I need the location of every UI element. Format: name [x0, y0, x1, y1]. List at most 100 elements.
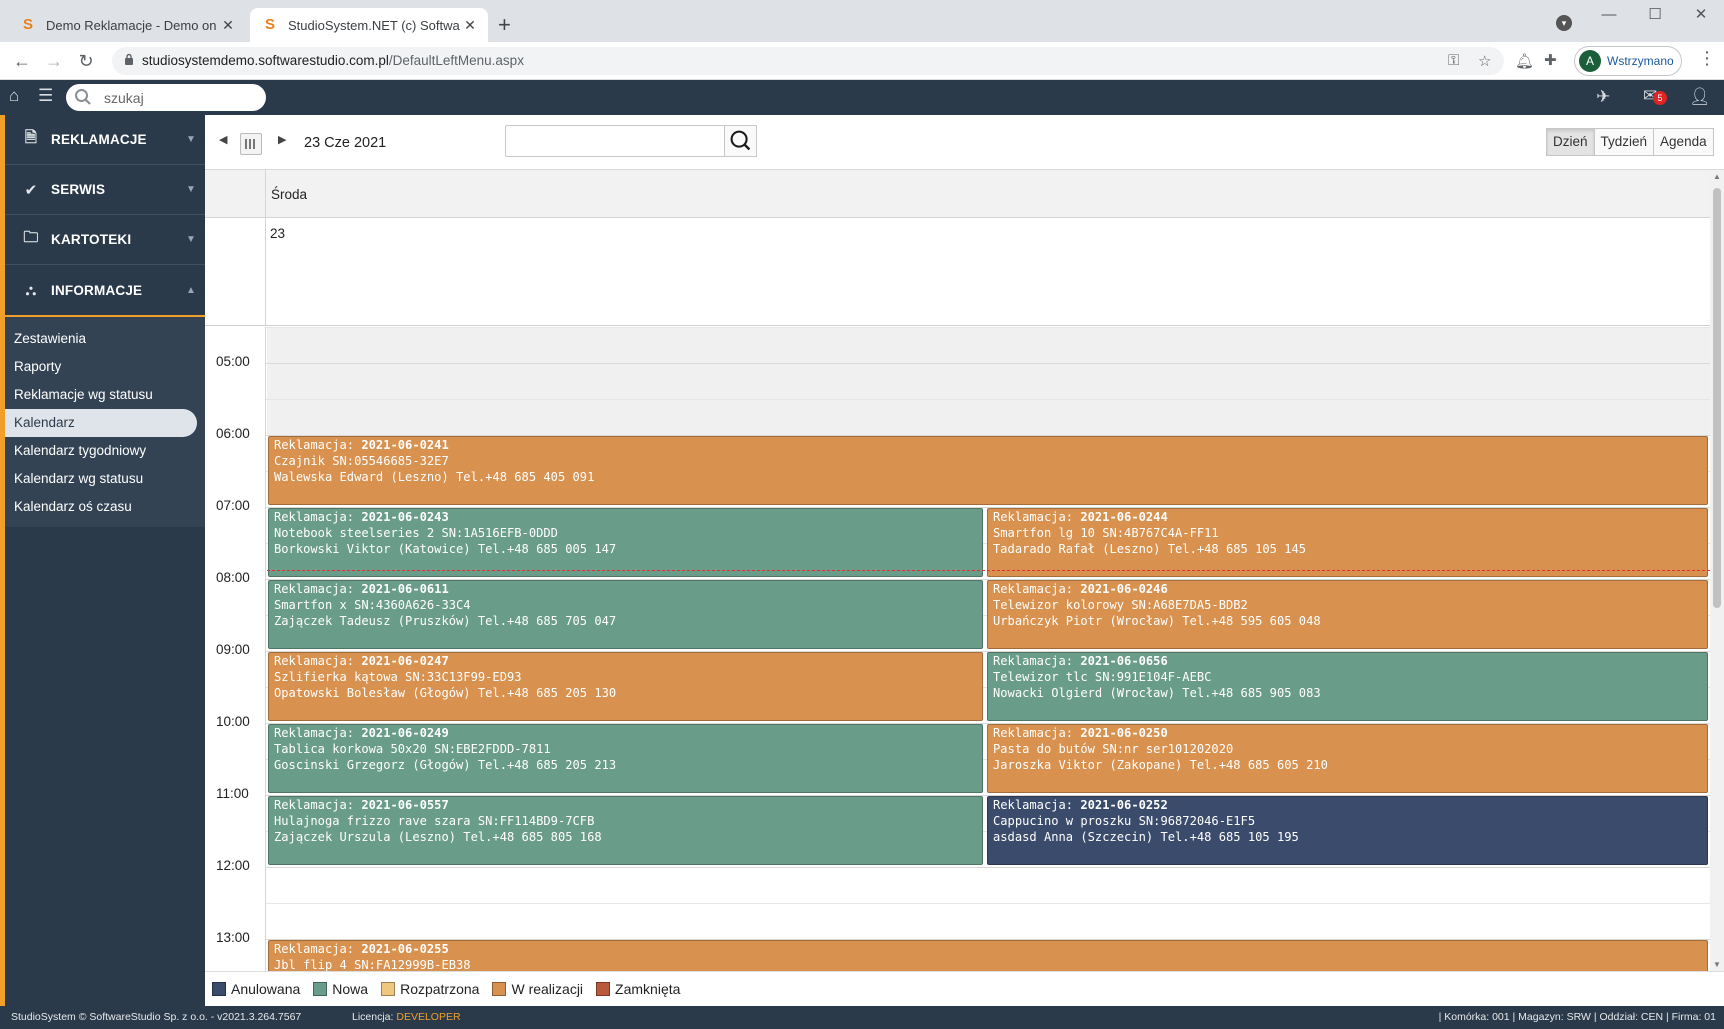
event-number: 2021-06-0250: [1080, 726, 1168, 740]
calendar-event[interactable]: Reklamacja: 2021-06-0252 Cappucino w pros…: [987, 796, 1708, 865]
calendar-event[interactable]: Reklamacja: 2021-06-0557 Hulajnoga frizzo…: [268, 796, 983, 865]
search-icon: [730, 130, 751, 151]
sidebar-item-raporty[interactable]: Raporty: [5, 353, 197, 381]
event-number: 2021-06-0243: [361, 510, 449, 524]
profile-button[interactable]: A Wstrzymano: [1574, 46, 1682, 76]
calendar-event[interactable]: Reklamacja: 2021-06-0656 Telewizor tlc SN…: [987, 652, 1708, 721]
browser-tab-strip: S Demo Reklamacje - Demo on line ✕ S Stu…: [0, 0, 1724, 42]
back-arrow-icon[interactable]: ←: [9, 48, 35, 74]
sidebar-item-kalendarz-os-czasu[interactable]: Kalendarz oś czasu: [5, 493, 197, 521]
calendar-event[interactable]: Reklamacja: 2021-06-0250 Pasta do butów S…: [987, 724, 1708, 793]
close-tab-icon[interactable]: ✕: [218, 17, 238, 34]
browser-tab-title: StudioSystem.NET (c) SoftwareStudio: [288, 17, 460, 33]
calendar-event[interactable]: Reklamacja: 2021-06-0247 Szlifierka kątow…: [268, 652, 983, 721]
grid-line: [266, 363, 1710, 364]
sidebar-item-zestawienia[interactable]: Zestawienia: [5, 325, 197, 353]
event-customer: Goscinski Grzegorz (Głogów) Tel.+48 685 …: [274, 758, 617, 772]
time-label: 09:00: [216, 642, 250, 657]
copyright-text: StudioSystem © SoftwareStudio Sp. z o.o.…: [11, 1011, 302, 1023]
sidebar-item-kalendarz[interactable]: Kalendarz: [5, 409, 197, 437]
license-label: Licencja:: [352, 1011, 397, 1023]
window-controls: — ☐ ✕: [1586, 0, 1724, 32]
next-day-arrow-icon[interactable]: ▶: [278, 133, 286, 146]
maximize-icon[interactable]: ☐: [1632, 0, 1678, 32]
calendar-scrollbar[interactable]: ▲ ▼: [1710, 170, 1724, 971]
view-week-button[interactable]: Tydzień: [1593, 128, 1655, 156]
calendar-event[interactable]: Reklamacja: 2021-06-0255 Jbl flip 4 SN:FA…: [268, 940, 1708, 971]
calendar-event[interactable]: Reklamacja: 2021-06-0611 Smartfon x SN:43…: [268, 580, 983, 649]
header-gutter: [205, 170, 266, 218]
home-icon[interactable]: ⌂: [9, 86, 19, 106]
sidebar-section-kartoteki[interactable]: 🗀︎ KARTOTEKI ▼: [5, 215, 205, 265]
url-host: studiosystemdemo.softwarestudio.com.pl: [142, 53, 389, 68]
view-day-button[interactable]: Dzień: [1546, 128, 1595, 156]
event-customer: Walewska Edward (Leszno) Tel.+48 685 405…: [274, 470, 595, 484]
legend-item: Nowa: [313, 981, 368, 997]
event-prefix: Reklamacja:: [993, 510, 1081, 524]
legend-item: Anulowana: [212, 981, 300, 997]
prev-day-arrow-icon[interactable]: ◀: [219, 133, 227, 146]
event-prefix: Reklamacja:: [274, 726, 362, 740]
calendar-day-header: Środa: [205, 170, 1710, 218]
plane-landing-icon[interactable]: ✈: [1596, 87, 1610, 107]
time-grid[interactable]: 05:00 06:00 07:00 08:00 09:00 10:00 11:00 12:00…: [205, 327, 1710, 971]
sidebar-section-reklamacje[interactable]: 🗎︎ REKLAMACJE ▼: [5, 115, 205, 165]
forward-arrow-icon[interactable]: →: [41, 48, 67, 74]
close-tab-icon[interactable]: ✕: [460, 17, 480, 34]
star-bookmark-icon[interactable]: ☆: [1478, 52, 1491, 70]
legend-swatch: [313, 982, 328, 996]
browser-tab-active[interactable]: S StudioSystem.NET (c) SoftwareStudio ✕: [250, 8, 488, 42]
url-path: /DefaultLeftMenu.aspx: [388, 53, 524, 68]
sidebar-item-reklamacje-wg-statusu[interactable]: Reklamacje wg statusu: [5, 381, 197, 409]
bell-icon[interactable]: 🔔︎: [1515, 52, 1534, 70]
calendar-search-button[interactable]: [724, 125, 757, 157]
event-title: Reklamacja: 2021-06-0557: [274, 797, 982, 813]
sidebar-section-serwis[interactable]: ✔ SERWIS ▼: [5, 165, 205, 215]
calendar-event[interactable]: Reklamacja: 2021-06-0244 Smartfon lg 10 S…: [987, 508, 1708, 577]
new-tab-plus-icon[interactable]: +: [498, 12, 511, 38]
sidebar-item-kalendarz-tygodniowy[interactable]: Kalendarz tygodniowy: [5, 437, 197, 465]
address-bar[interactable]: studiosystemdemo.softwarestudio.com.pl/D…: [112, 47, 1504, 75]
profile-status-label: Wstrzymano: [1607, 54, 1674, 68]
scroll-down-arrow-icon[interactable]: ▼: [1713, 960, 1721, 969]
time-label: 05:00: [216, 354, 250, 369]
key-icon[interactable]: ⚿: [1448, 52, 1459, 69]
event-customer: Zajączek Tadeusz (Pruszków) Tel.+48 685 …: [274, 614, 617, 628]
browser-tab-inactive[interactable]: S Demo Reklamacje - Demo on line ✕: [8, 8, 246, 42]
scrollbar-thumb[interactable]: [1713, 188, 1721, 608]
event-customer: Tadarado Rafał (Leszno) Tel.+48 685 105 …: [993, 542, 1307, 556]
view-agenda-button[interactable]: Agenda: [1653, 128, 1714, 156]
folder-icon: 🗀︎: [23, 229, 39, 246]
search-input[interactable]: [104, 88, 254, 107]
grid-line: [266, 903, 1710, 904]
tab-search-chevron-icon[interactable]: ▾: [1556, 15, 1572, 31]
event-prefix: Reklamacja:: [274, 510, 362, 524]
browser-menu-icon[interactable]: ⋮: [1698, 48, 1716, 69]
reload-icon[interactable]: ↻: [73, 48, 99, 74]
calendar-event[interactable]: Reklamacja: 2021-06-0243 Notebook steelse…: [268, 508, 983, 577]
user-icon[interactable]: 👤︎: [1689, 87, 1711, 107]
document-icon: 🗎︎: [24, 129, 38, 146]
caret-down-icon: ▼: [185, 184, 197, 195]
lock-icon: [125, 53, 133, 65]
close-window-icon[interactable]: ✕: [1678, 0, 1724, 32]
global-search[interactable]: [66, 84, 266, 111]
legend-label: Nowa: [332, 981, 369, 997]
check-icon: ✔: [24, 181, 38, 199]
calendar-event[interactable]: Reklamacja: 2021-06-0249 Tablica korkowa …: [268, 724, 983, 793]
calendar-search-input[interactable]: [505, 125, 725, 157]
extensions-puzzle-icon[interactable]: ✚: [1544, 51, 1557, 69]
calendar-event[interactable]: Reklamacja: 2021-06-0246 Telewizor koloro…: [987, 580, 1708, 649]
menu-toggle-icon[interactable]: ☰: [38, 86, 53, 106]
event-customer: asdasd Anna (Szczecin) Tel.+48 685 105 1…: [993, 830, 1299, 844]
scroll-up-arrow-icon[interactable]: ▲: [1713, 172, 1721, 181]
minimize-icon[interactable]: —: [1586, 0, 1632, 32]
sidebar-item-kalendarz-wg-statusu[interactable]: Kalendarz wg statusu: [5, 465, 197, 493]
sidebar-section-informacje[interactable]: ⛬ INFORMACJE ▲: [5, 265, 205, 315]
date-picker-icon[interactable]: [240, 133, 262, 155]
event-number: 2021-06-0252: [1080, 798, 1168, 812]
all-day-row[interactable]: 23: [205, 218, 1710, 326]
calendar-event[interactable]: Reklamacja: 2021-06-0241 Czajnik SN:05546…: [268, 436, 1708, 505]
time-label: 11:00: [216, 786, 249, 801]
event-number: 2021-06-0249: [361, 726, 449, 740]
